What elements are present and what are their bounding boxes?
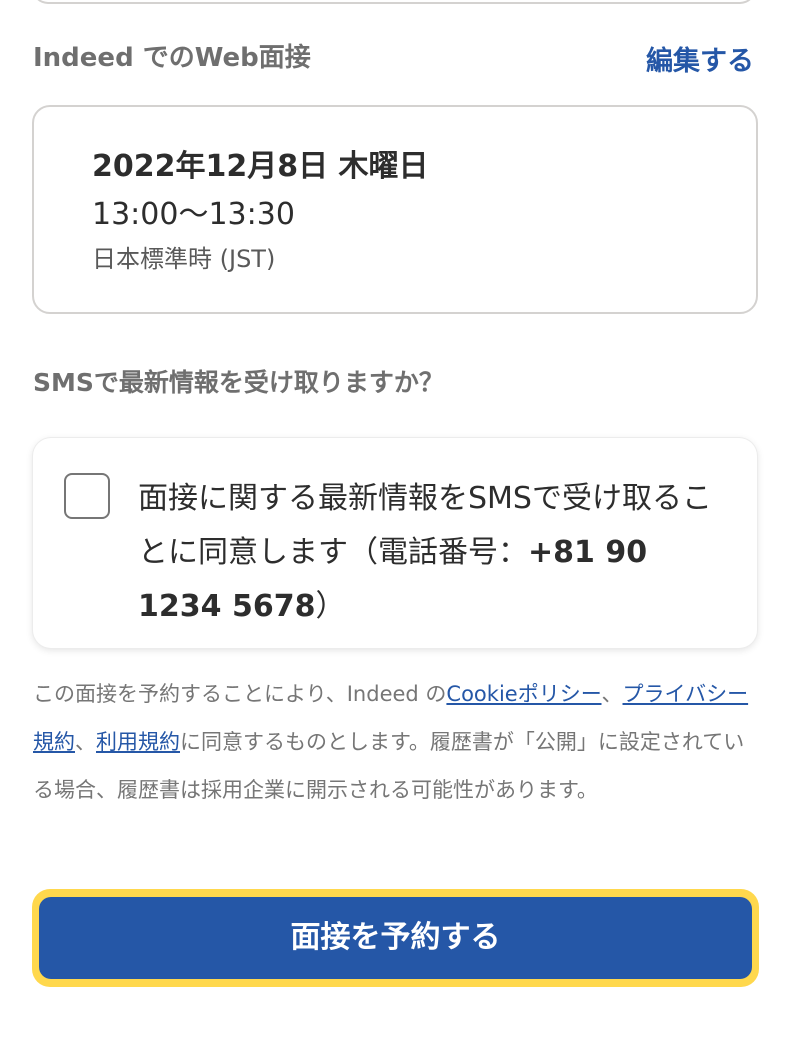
section-title: Indeed でのWeb面接 (33, 43, 311, 73)
sms-consent-checkbox[interactable] (64, 473, 110, 519)
interview-section-header: Indeed でのWeb面接 編集する (33, 40, 757, 84)
book-interview-button[interactable]: 面接を予約する (39, 897, 752, 979)
disclaimer-sep-1: 、 (601, 682, 623, 706)
sms-question-heading: SMSで最新情報を受け取りますか？ (33, 368, 444, 397)
interview-datetime-card: 2022年12月8日 木曜日 13:00〜13:30 日本標準時 (JST) (32, 105, 758, 314)
disclaimer-text-1: この面接を予約することにより、Indeed の (33, 682, 447, 706)
sms-consent-card[interactable]: 面接に関する最新情報をSMSで受け取ることに同意します（電話番号：+81 90 … (33, 438, 757, 648)
edit-link[interactable]: 編集する (646, 44, 754, 80)
terms-of-service-link[interactable]: 利用規約 (96, 730, 180, 754)
sms-label-suffix: ） (315, 589, 346, 624)
sms-consent-label[interactable]: 面接に関する最新情報をSMSで受け取ることに同意します（電話番号：+81 90 … (138, 472, 734, 634)
submit-focus-ring: 面接を予約する (32, 889, 759, 987)
interview-date: 2022年12月8日 木曜日 (92, 149, 429, 184)
previous-card-edge (32, 0, 756, 4)
interview-timezone: 日本標準時 (JST) (92, 245, 276, 273)
disclaimer-sep-2: 、 (75, 730, 96, 754)
legal-disclaimer: この面接を予約することにより、Indeed のCookieポリシー、プライバシー… (33, 670, 759, 814)
interview-booking-page: Indeed でのWeb面接 編集する 2022年12月8日 木曜日 13:00… (0, 0, 791, 1045)
interview-time: 13:00〜13:30 (92, 197, 295, 232)
cookie-policy-link[interactable]: Cookieポリシー (446, 682, 601, 706)
